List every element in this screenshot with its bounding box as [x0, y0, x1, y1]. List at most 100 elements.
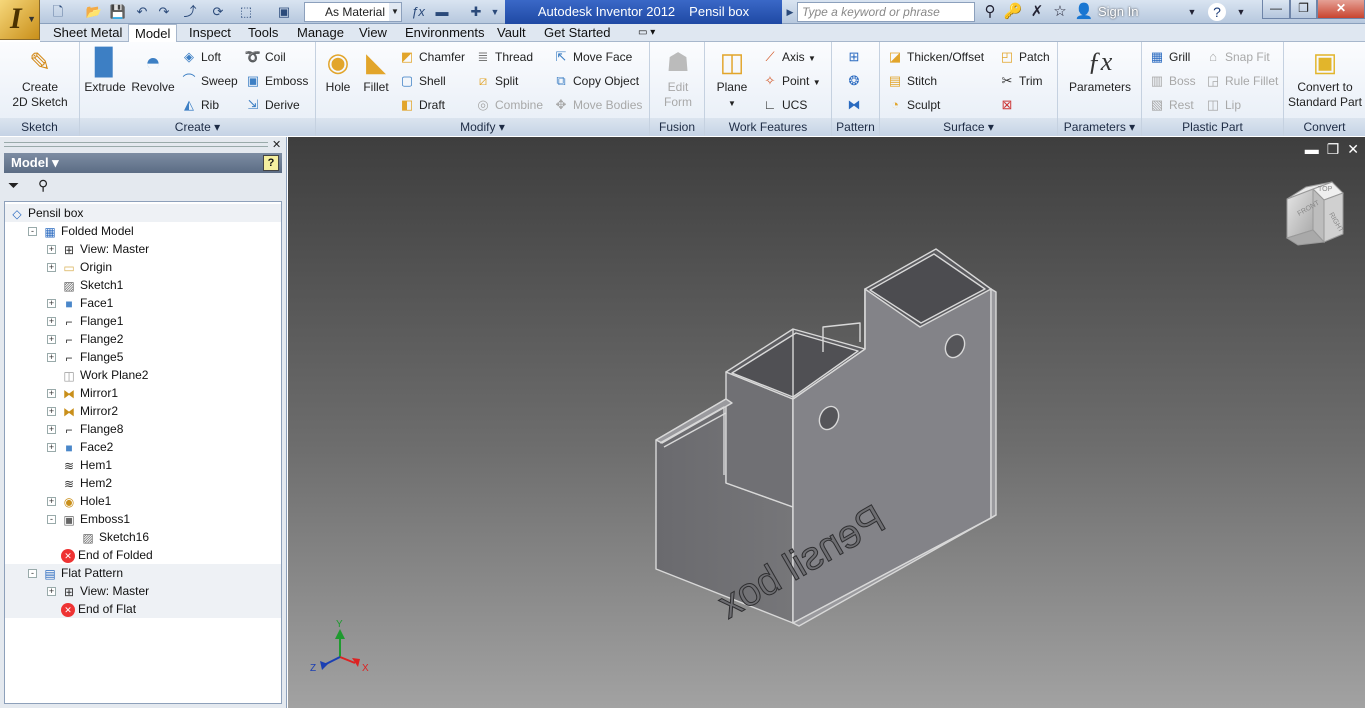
- rule-fillet-button[interactable]: ◲ Rule Fillet: [1204, 71, 1279, 91]
- tree-node[interactable]: ✕ End of Flat: [5, 600, 281, 618]
- tree-node[interactable]: ▨ Sketch1: [5, 276, 281, 294]
- sweep-button[interactable]: ⌒ Sweep: [180, 71, 237, 91]
- ribbon-options-icon[interactable]: ▭ ▾: [632, 24, 661, 42]
- favorites-icon[interactable]: ☆: [1050, 2, 1070, 22]
- tree-node[interactable]: - ▣ Emboss1: [5, 510, 281, 528]
- rib-button[interactable]: ◭ Rib: [180, 95, 219, 115]
- graphics-viewport[interactable]: ▬ ❐ ✕ Pensil box Y X Z FRONT TOP RIGHT: [288, 137, 1365, 708]
- extrude-button[interactable]: ▉ Extrude: [84, 46, 126, 95]
- tree-node[interactable]: + ⧓ Mirror2: [5, 402, 281, 420]
- fillet-button[interactable]: ◣ Fillet: [358, 46, 394, 95]
- move-bodies-button[interactable]: ✥ Move Bodies: [552, 95, 643, 115]
- shell-button[interactable]: ▢ Shell: [398, 71, 446, 91]
- tree-node[interactable]: - ▤ Flat Pattern: [5, 564, 281, 582]
- filter-icon[interactable]: ⏷: [8, 177, 19, 194]
- expand-icon[interactable]: +: [47, 335, 56, 345]
- user-icon[interactable]: 👤: [1074, 2, 1094, 22]
- split-button[interactable]: ⧄ Split: [474, 71, 518, 91]
- browser-grip[interactable]: [4, 142, 268, 147]
- plus-icon[interactable]: ✚: [466, 3, 486, 21]
- expand-icon[interactable]: +: [47, 317, 56, 327]
- measure-icon[interactable]: ▬: [432, 3, 452, 21]
- select-icon[interactable]: ⬚: [236, 3, 256, 21]
- stitch-button[interactable]: ▤ Stitch: [886, 71, 937, 91]
- tab-model[interactable]: Model: [128, 24, 178, 43]
- circular-pattern-button[interactable]: ❂: [845, 71, 866, 91]
- tree-node[interactable]: + ⊞ View: Master: [5, 582, 281, 600]
- search-expand-icon[interactable]: ▶: [785, 3, 795, 21]
- customize-icon[interactable]: ▼: [488, 3, 502, 21]
- collapse-icon[interactable]: -: [47, 515, 56, 525]
- thread-button[interactable]: ≣ Thread: [474, 47, 533, 67]
- tree-node[interactable]: + ⌐ Flange8: [5, 420, 281, 438]
- loft-button[interactable]: ◈ Loft: [180, 47, 221, 67]
- copy-object-button[interactable]: ⧉ Copy Object: [552, 71, 639, 91]
- tab-vault[interactable]: Vault: [491, 24, 532, 42]
- ucs-button[interactable]: ∟ UCS: [761, 95, 808, 115]
- grill-button[interactable]: ▦ Grill: [1148, 47, 1190, 67]
- expand-icon[interactable]: +: [47, 497, 56, 507]
- tab-get-started[interactable]: Get Started: [538, 24, 616, 42]
- expand-icon[interactable]: +: [47, 389, 56, 399]
- convert-to-standard-part-button[interactable]: ▣ Convert to Standard Part: [1286, 46, 1364, 110]
- tree-node[interactable]: + ⌐ Flange5: [5, 348, 281, 366]
- redo-icon[interactable]: ↷: [154, 3, 174, 21]
- panel-title-create[interactable]: Create ▾: [80, 118, 315, 136]
- browser-help-icon[interactable]: ?: [263, 155, 279, 171]
- trim-button[interactable]: ✂ Trim: [998, 71, 1043, 91]
- communication-icon[interactable]: ✗: [1027, 2, 1047, 22]
- edit-form-button[interactable]: ☗ Edit Form: [655, 46, 701, 110]
- panel-title-surface[interactable]: Surface ▾: [880, 118, 1057, 136]
- expand-icon[interactable]: +: [47, 443, 56, 453]
- parameters-button[interactable]: ƒx Parameters: [1064, 46, 1136, 95]
- snap-fit-button[interactable]: ⌂ Snap Fit: [1204, 47, 1270, 67]
- tree-node[interactable]: ▨ Sketch16: [5, 528, 281, 546]
- revolve-button[interactable]: ◓ Revolve: [130, 46, 176, 95]
- tree-node[interactable]: + ■ Face1: [5, 294, 281, 312]
- model-canvas[interactable]: Pensil box Y X Z FRONT TOP RIGHT: [288, 137, 1365, 708]
- create-2d-sketch-button[interactable]: ✎ Create 2D Sketch: [8, 46, 72, 110]
- patch-button[interactable]: ◰ Patch: [998, 47, 1050, 67]
- tab-view[interactable]: View: [353, 24, 393, 42]
- tree-node[interactable]: + ⌐ Flange2: [5, 330, 281, 348]
- tab-manage[interactable]: Manage: [291, 24, 350, 42]
- rectangular-pattern-button[interactable]: ⊞: [845, 47, 866, 67]
- draft-button[interactable]: ◧ Draft: [398, 95, 445, 115]
- tree-node[interactable]: + ⧓ Mirror1: [5, 384, 281, 402]
- tree-node[interactable]: ✕ End of Folded: [5, 546, 281, 564]
- binoculars-icon[interactable]: ⚲: [980, 2, 1000, 22]
- lip-button[interactable]: ◫ Lip: [1204, 95, 1241, 115]
- browser-close-icon[interactable]: ✕: [272, 138, 281, 151]
- tree-node[interactable]: ◇ Pensil box: [5, 204, 281, 222]
- move-face-button[interactable]: ⇱ Move Face: [552, 47, 633, 67]
- update-icon[interactable]: ⟳: [208, 3, 228, 21]
- fx-icon[interactable]: ƒx: [408, 3, 428, 21]
- hole-button[interactable]: ◉ Hole: [320, 46, 356, 95]
- panel-title-parameters[interactable]: Parameters ▾: [1058, 118, 1141, 136]
- chevron-down-icon[interactable]: ▼: [389, 3, 401, 21]
- tree-node[interactable]: - ▦ Folded Model: [5, 222, 281, 240]
- undo-icon[interactable]: ↶: [132, 3, 152, 21]
- tab-tools[interactable]: Tools: [242, 24, 284, 42]
- help-dropdown-icon[interactable]: ▼: [1231, 2, 1251, 22]
- combine-button[interactable]: ◎ Combine: [474, 95, 543, 115]
- expand-icon[interactable]: +: [47, 353, 56, 363]
- boss-button[interactable]: ▥ Boss: [1148, 71, 1196, 91]
- rest-button[interactable]: ▧ Rest: [1148, 95, 1194, 115]
- expand-icon[interactable]: +: [47, 245, 56, 255]
- signin-dropdown-icon[interactable]: ▼: [1182, 2, 1202, 22]
- tree-node[interactable]: ≋ Hem1: [5, 456, 281, 474]
- thicken-offset-button[interactable]: ◪ Thicken/Offset: [886, 47, 984, 67]
- save-icon[interactable]: 💾: [108, 3, 128, 21]
- application-menu-button[interactable]: I ▼: [0, 0, 40, 40]
- point-button[interactable]: ✧ Point ▼: [761, 71, 821, 91]
- sign-in-link[interactable]: Sign In: [1098, 2, 1138, 22]
- tree-node[interactable]: ≋ Hem2: [5, 474, 281, 492]
- tab-environments[interactable]: Environments: [399, 24, 490, 42]
- view-cube[interactable]: FRONT TOP RIGHT: [1285, 181, 1345, 246]
- browser-header[interactable]: Model ▾ ?: [4, 153, 282, 173]
- material-select[interactable]: As Material ▼: [304, 2, 402, 22]
- tree-node[interactable]: ◫ Work Plane2: [5, 366, 281, 384]
- subscription-icon[interactable]: 🔑: [1003, 2, 1023, 22]
- tab-sheet-metal[interactable]: Sheet Metal: [47, 24, 128, 42]
